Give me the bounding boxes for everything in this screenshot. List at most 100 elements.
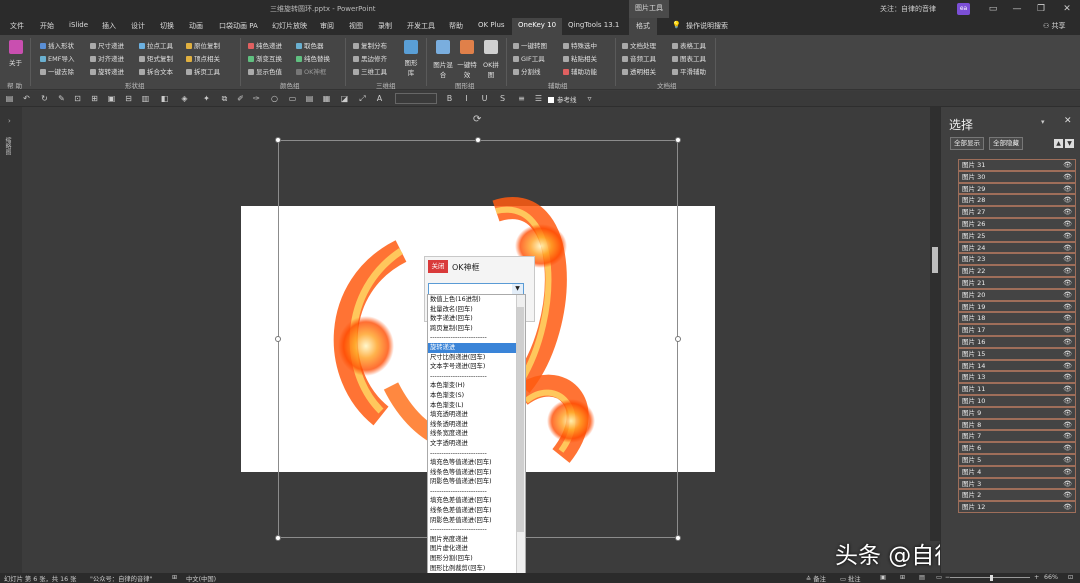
eye-icon[interactable]: 👁 — [1063, 302, 1072, 312]
dropdown-option[interactable]: 图片虚化递进 — [428, 544, 525, 554]
eye-icon[interactable]: 👁 — [1063, 502, 1072, 512]
dropdown-option[interactable]: 跨页复制(回车) — [428, 324, 525, 334]
eye-icon[interactable]: 👁 — [1063, 184, 1072, 194]
ribbon-options-button[interactable]: ▭ — [986, 2, 1000, 16]
layer-item[interactable]: 图片 2 👁 — [958, 489, 1076, 502]
zoom-level[interactable]: 66% — [1044, 574, 1058, 581]
accessibility-icon[interactable]: ⊞ — [172, 574, 177, 581]
pen-icon[interactable]: ✐ — [236, 94, 245, 103]
tab-file[interactable]: 文件 — [10, 21, 24, 31]
redo-icon[interactable]: ↻ — [40, 94, 49, 103]
italic-icon[interactable]: I — [462, 94, 471, 103]
reading-view-icon[interactable]: ▤ — [919, 574, 925, 581]
solid-replace-button[interactable]: 纯色替换 — [296, 53, 330, 63]
layer-item[interactable]: 图片 23 👁 — [958, 253, 1076, 266]
chart-tool-button[interactable]: 图表工具 — [672, 53, 706, 63]
dropdown-option[interactable]: ------------------------- — [428, 333, 525, 343]
dropdown-option[interactable]: 线条色差值递进(回车) — [428, 506, 525, 516]
dropdown-scroll-thumb[interactable] — [517, 307, 524, 532]
table-tool-button[interactable]: 表格工具 — [672, 40, 706, 50]
tab-review[interactable]: 审阅 — [320, 21, 334, 31]
notes-button[interactable]: ≙ 备注 — [806, 574, 826, 583]
layer-item[interactable]: 图片 5 👁 — [958, 453, 1076, 466]
resize-handle-br[interactable] — [675, 535, 681, 541]
eye-icon[interactable]: 👁 — [1063, 195, 1072, 205]
black-edge-button[interactable]: 黑边修齐 — [353, 53, 387, 63]
tab-ok-plus[interactable]: OK Plus — [478, 21, 505, 29]
tab-islide[interactable]: iSlide — [69, 21, 88, 29]
dropdown-option[interactable]: 填充透明递进 — [428, 410, 525, 420]
comments-button[interactable]: ▭ 批注 — [840, 574, 861, 583]
dropdown-option[interactable]: 尺寸比例递进(回车) — [428, 353, 525, 363]
layer-item[interactable]: 图片 22 👁 — [958, 265, 1076, 277]
layer-item[interactable]: 图片 12 👁 — [958, 501, 1076, 513]
restore-button[interactable]: ❐ — [1034, 2, 1048, 16]
layer-item[interactable]: 图片 31 👁 — [958, 159, 1076, 171]
doc-process-button[interactable]: 文档处理 — [622, 40, 656, 50]
dropdown-option[interactable]: 线条透明递进 — [428, 420, 525, 430]
transparency-button[interactable]: 透明相关 — [622, 66, 656, 76]
language-label[interactable]: 中文(中国) — [186, 574, 216, 583]
dropdown-option[interactable]: 文本字号递进(回车) — [428, 362, 525, 372]
dropdown-option[interactable]: 图片亮度递进 — [428, 535, 525, 545]
solid-step-button[interactable]: 纯色递进 — [248, 40, 282, 50]
dropdown-scrollbar[interactable] — [516, 295, 525, 582]
eyedropper-button[interactable]: 取色器 — [296, 40, 324, 50]
layer-item[interactable]: 图片 10 👁 — [958, 394, 1076, 407]
eye-icon[interactable]: 👁 — [1063, 396, 1072, 406]
eye-icon[interactable]: 👁 — [1063, 431, 1072, 441]
layer-item[interactable]: 图片 7 👁 — [958, 430, 1076, 443]
bullets-icon[interactable]: ≡ — [517, 94, 526, 103]
eye-icon[interactable]: 👁 — [1063, 384, 1072, 394]
arrange-icon[interactable]: ⧉ — [220, 94, 229, 103]
layer-item[interactable]: 图片 29 👁 — [958, 182, 1076, 195]
table-icon[interactable]: ▦ — [322, 94, 331, 103]
dropdown-option[interactable]: ------------------------- — [428, 525, 525, 535]
tab-help[interactable]: 帮助 — [449, 21, 463, 31]
pane-close-icon[interactable]: ✕ — [1064, 116, 1072, 126]
smooth-assist-button[interactable]: 平滑辅助 — [672, 66, 706, 76]
resize-handle-r[interactable] — [675, 336, 681, 342]
dropdown-option[interactable]: 填充色差值递进(回车) — [428, 496, 525, 506]
canvas-scrollbar[interactable] — [930, 107, 940, 541]
text-box-icon[interactable]: ▤ — [305, 94, 314, 103]
eye-icon[interactable]: 👁 — [1063, 243, 1072, 253]
eye-icon[interactable]: 👁 — [1063, 361, 1072, 371]
tab-format[interactable]: 格式 — [629, 18, 657, 35]
image-tool-icon[interactable]: ⊞ — [90, 94, 99, 103]
send-backward-icon[interactable]: ▼ — [1065, 139, 1074, 148]
layer-item[interactable]: 图片 9 👁 — [958, 406, 1076, 419]
layer-item[interactable]: 图片 15 👁 — [958, 347, 1076, 360]
layer-item[interactable]: 图片 25 👁 — [958, 229, 1076, 242]
layer-item[interactable]: 图片 28 👁 — [958, 194, 1076, 207]
undo-icon[interactable]: ↶ — [22, 94, 31, 103]
grid-icon[interactable]: ⊟ — [124, 94, 133, 103]
eye-icon[interactable]: 👁 — [1063, 325, 1072, 335]
circle-icon[interactable]: ○ — [270, 94, 279, 103]
layer-item[interactable]: 图片 6 👁 — [958, 442, 1076, 454]
dropdown-option[interactable]: 批量改名(回车) — [428, 305, 525, 315]
eye-icon[interactable]: 👁 — [1063, 455, 1072, 465]
layer-item[interactable]: 图片 8 👁 — [958, 418, 1076, 431]
dropdown-option[interactable]: 本色渐变(S) — [428, 391, 525, 401]
eye-icon[interactable]: 👁 — [1063, 443, 1072, 453]
eye-icon[interactable]: 👁 — [1063, 490, 1072, 500]
close-window-button[interactable]: ✕ — [1060, 2, 1074, 16]
picture-icon[interactable]: ▣ — [107, 94, 116, 103]
layer-item[interactable]: 图片 16 👁 — [958, 335, 1076, 348]
dropdown-option[interactable]: 阴影色等值递进(回车) — [428, 477, 525, 487]
layer-item[interactable]: 图片 3 👁 — [958, 477, 1076, 490]
avatar[interactable]: ea — [957, 3, 970, 15]
eye-icon[interactable]: 👁 — [1063, 207, 1072, 217]
show-color-value-button[interactable]: 显示色值 — [248, 66, 282, 76]
resize-handle-bl[interactable] — [275, 535, 281, 541]
dropdown-option[interactable]: 图形比例裁剪(回车) — [428, 564, 525, 574]
page-tool-button[interactable]: 拆页工具 — [186, 66, 220, 76]
tab-qingtools[interactable]: QingTools 13.1 — [568, 21, 619, 29]
numbering-icon[interactable]: ☰ — [534, 94, 543, 103]
align-step-button[interactable]: 对齐递进 — [90, 53, 124, 63]
special-select-button[interactable]: 特殊选中 — [563, 40, 597, 50]
chevron-down-icon[interactable]: ▼ — [512, 284, 523, 294]
eye-icon[interactable]: 👁 — [1063, 290, 1072, 300]
layer-item[interactable]: 图片 21 👁 — [958, 276, 1076, 289]
